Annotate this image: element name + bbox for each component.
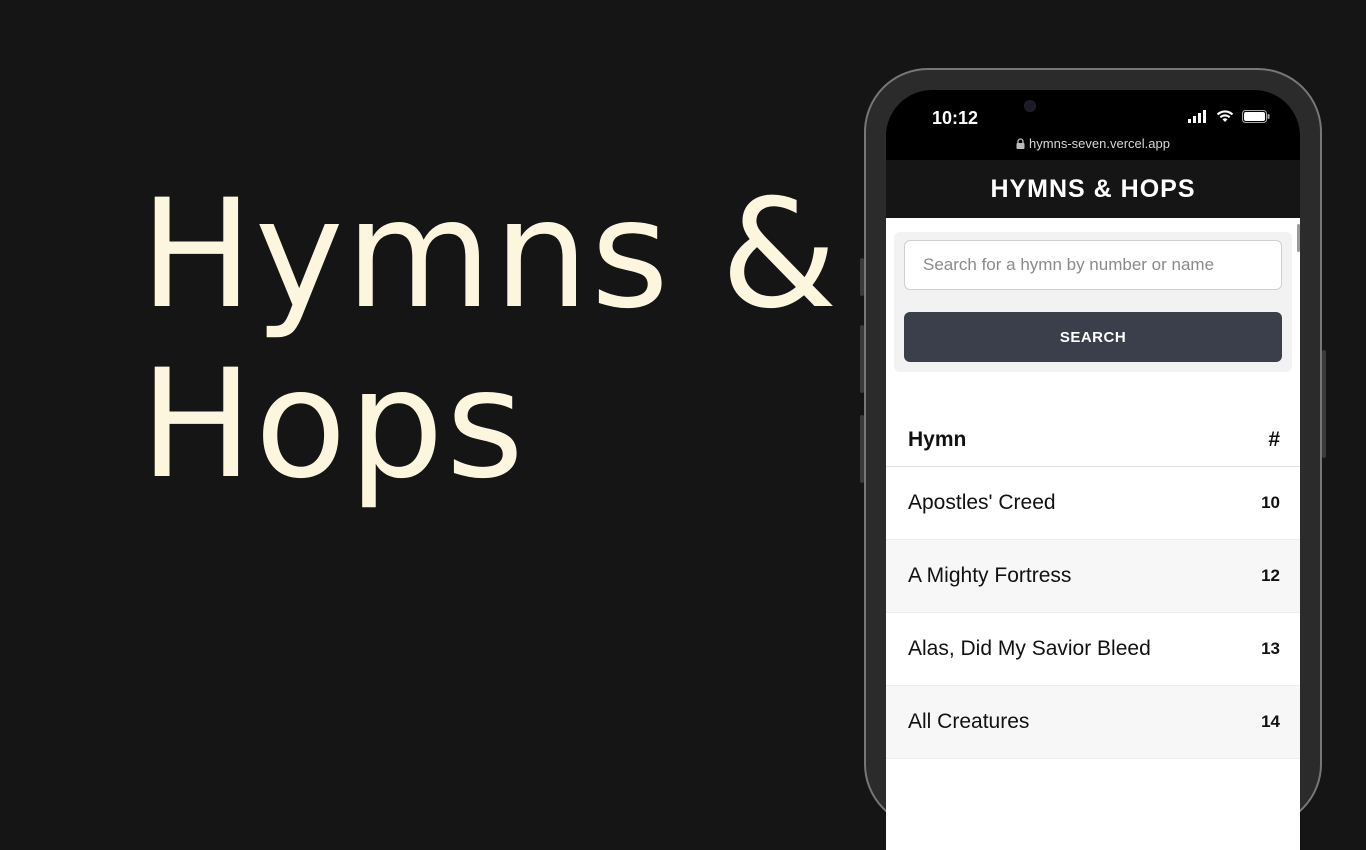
column-header-hymn: Hymn [908,428,967,451]
hymn-name: All Creatures [908,710,1030,733]
browser-url-bar[interactable]: hymns-seven.vercel.app [886,136,1300,151]
hymn-number: 13 [1261,639,1280,658]
battery-icon [1242,110,1270,123]
app-title: HYMNS & HOPS [990,175,1196,203]
hymn-name: Apostles' Creed [908,491,1056,514]
hymn-table: Hymn # Apostles' Creed 10 A Mighty Fortr… [886,414,1300,759]
phone-mockup: 10:12 hymns-seven.vercel.app HYMNS & HOP… [860,68,1326,850]
hero-title-line-1: Hymns & [140,168,840,342]
search-button[interactable]: SEARCH [904,312,1282,362]
page-scrollbar[interactable] [1297,224,1300,252]
search-panel: SEARCH [894,232,1292,372]
hymn-number: 14 [1261,712,1280,731]
table-row[interactable]: Alas, Did My Savior Bleed 13 [886,613,1300,686]
phone-volume-down [860,415,864,483]
status-icons [1188,110,1270,123]
table-row[interactable]: Apostles' Creed 10 [886,467,1300,540]
table-header: Hymn # [886,414,1300,467]
app-content: SEARCH Hymn # Apostles' Creed 10 A Might… [886,218,1300,850]
app-header: HYMNS & HOPS [886,160,1300,218]
phone-screen: 10:12 hymns-seven.vercel.app HYMNS & HOP… [886,90,1300,850]
column-header-number: # [1268,428,1280,451]
table-row[interactable]: A Mighty Fortress 12 [886,540,1300,613]
table-row[interactable]: All Creatures 14 [886,686,1300,759]
phone-silent-switch [860,258,864,296]
camera-icon [1024,100,1036,112]
status-time: 10:12 [932,108,979,128]
phone-power-button [1322,350,1326,458]
hero-title: Hymns & Hops [140,168,840,512]
lock-icon [1016,138,1025,149]
cellular-signal-icon [1188,110,1206,123]
hymn-name: Alas, Did My Savior Bleed [908,637,1151,660]
hymn-number: 12 [1261,566,1280,585]
hero-title-line-2: Hops [140,338,526,512]
search-input[interactable] [904,240,1282,290]
phone-notch [1004,90,1180,124]
hymn-number: 10 [1261,493,1280,512]
browser-url-text: hymns-seven.vercel.app [1029,136,1170,151]
wifi-icon [1216,110,1234,122]
hymn-name: A Mighty Fortress [908,564,1072,587]
phone-volume-up [860,325,864,393]
